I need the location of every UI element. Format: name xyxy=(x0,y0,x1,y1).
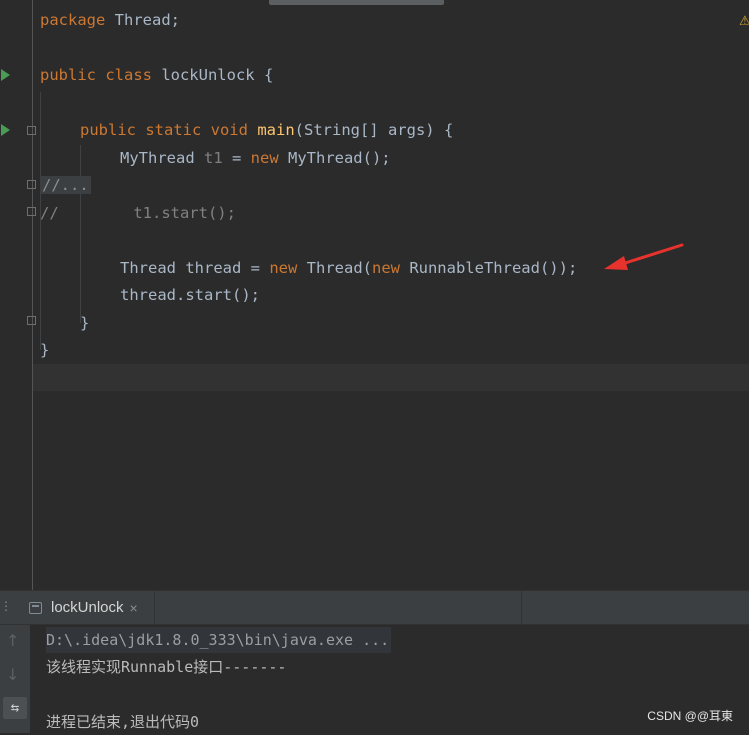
scroll-down-icon[interactable]: ↓ xyxy=(6,665,19,684)
code-line-11: thread.start(); xyxy=(120,286,260,304)
close-icon[interactable]: × xyxy=(130,600,138,616)
run-console-panel: ⋮ lockUnlock × ↑ ↓ ⇆ D:\.idea\jdk1.8.0_3… xyxy=(0,590,749,733)
horizontal-scrollbar[interactable] xyxy=(269,0,444,5)
tab-label: lockUnlock xyxy=(51,599,124,616)
soft-wrap-icon[interactable]: ⇆ xyxy=(3,697,27,719)
current-line-highlight xyxy=(33,364,749,391)
drag-handle-icon[interactable]: ⋮ xyxy=(0,599,12,613)
code-editor[interactable]: ⚠ package Thread; public class lockUnloc… xyxy=(0,0,749,590)
scroll-up-icon[interactable]: ↑ xyxy=(6,631,19,650)
run-tab-bar: ⋮ lockUnlock × xyxy=(0,591,749,625)
red-arrow-annotation xyxy=(604,243,684,270)
code-line-12: } xyxy=(80,314,90,332)
code-line-1: package Thread; xyxy=(40,11,180,29)
console-line-exit: 进程已结束,退出代码0 xyxy=(46,713,200,731)
run-main-icon[interactable] xyxy=(1,124,10,136)
gutter-divider xyxy=(32,0,33,590)
code-line-3: public class lockUnlock { xyxy=(40,66,274,84)
console-icon xyxy=(29,601,42,614)
watermark: CSDN @@耳東 xyxy=(647,709,733,723)
fold-method-icon[interactable] xyxy=(27,126,36,135)
console-line-output: 该线程实现Runnable接口------- xyxy=(46,658,287,676)
run-class-icon[interactable] xyxy=(1,69,10,81)
code-line-8-comment: // t1.start(); xyxy=(40,204,236,222)
expand-fold-icon[interactable] xyxy=(27,180,36,189)
code-line-7-folded[interactable]: //... xyxy=(40,172,91,199)
tab-lockunlock[interactable]: lockUnlock × xyxy=(23,591,155,624)
code-line-5: public static void main(String[] args) { xyxy=(80,121,454,139)
console-line-command: D:\.idea\jdk1.8.0_333\bin\java.exe ... xyxy=(46,627,392,653)
code-line-13: } xyxy=(40,341,50,359)
code-line-10: Thread thread = new Thread(new RunnableT… xyxy=(120,259,578,277)
code-line-6: MyThread t1 = new MyThread(); xyxy=(120,149,391,167)
tab-separator xyxy=(521,591,522,624)
warning-icon[interactable]: ⚠ xyxy=(739,14,749,29)
fold-comment-icon[interactable] xyxy=(27,207,36,216)
fold-end-icon[interactable] xyxy=(27,316,36,325)
